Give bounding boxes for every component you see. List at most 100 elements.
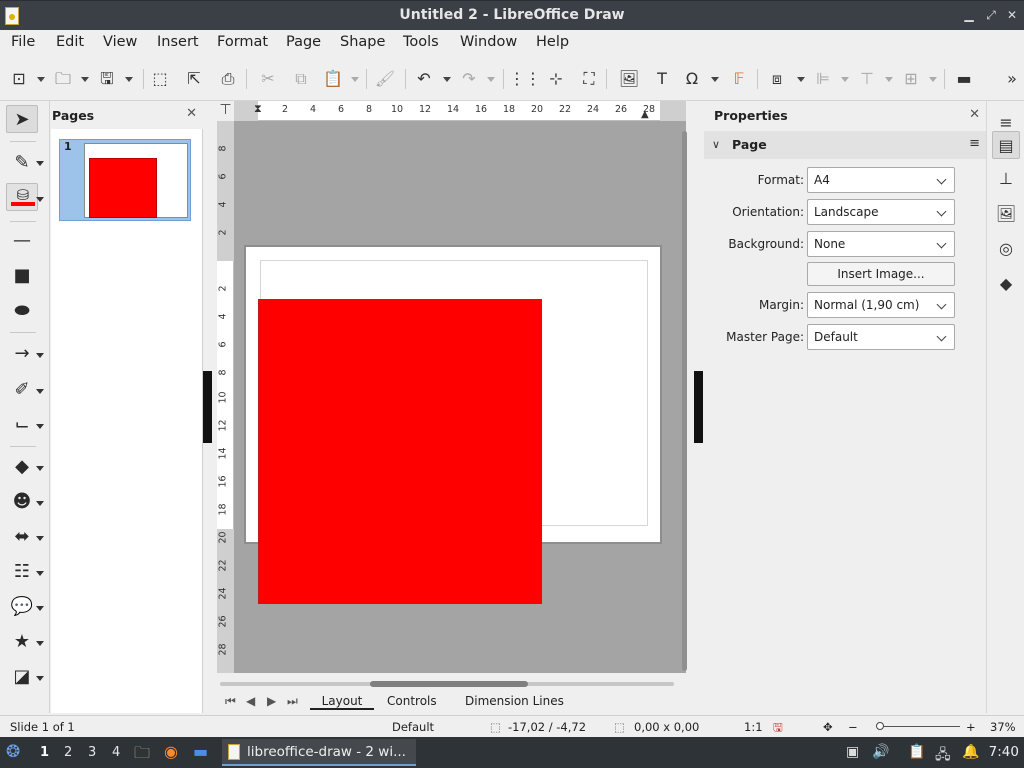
menu-format[interactable]: Format <box>216 34 269 50</box>
select-pointer-icon[interactable]: ➤ <box>6 105 38 133</box>
menu-page[interactable]: Page <box>285 34 322 50</box>
properties-deck-icon[interactable]: ▤ <box>992 131 1020 159</box>
fit-page-icon[interactable]: ✥ <box>823 720 833 734</box>
workspace-3[interactable]: 3 <box>88 745 96 760</box>
line-arrow-icon[interactable]: → <box>6 340 38 368</box>
grid-icon[interactable]: ⋮⋮ <box>509 67 541 91</box>
curve-dropdown-arrow[interactable] <box>36 389 44 394</box>
horizontal-ruler[interactable]: ⧗ ▲ 2 4 6 8 10 12 14 16 18 20 22 24 26 2… <box>234 101 686 121</box>
master-page-select[interactable]: Default <box>807 324 955 350</box>
fill-color-dropdown-arrow[interactable] <box>36 197 44 202</box>
new-dropdown-arrow[interactable] <box>37 77 45 82</box>
tab-layout[interactable]: Layout <box>310 694 374 710</box>
horizontal-scrollbar[interactable] <box>220 680 674 688</box>
horizontal-scrollbar-thumb[interactable] <box>370 681 528 687</box>
workspace-2[interactable]: 2 <box>64 745 72 760</box>
volume-icon[interactable]: 🔊 <box>872 744 889 760</box>
connector-icon[interactable]: ⌙ <box>6 411 38 439</box>
close-pages-panel-icon[interactable]: ✕ <box>186 106 197 121</box>
redo-dropdown-arrow[interactable] <box>487 77 495 82</box>
callouts-dropdown-arrow[interactable] <box>36 606 44 611</box>
undo-dropdown-arrow[interactable] <box>443 77 451 82</box>
format-select[interactable]: A4 <box>807 167 955 193</box>
last-tab-icon[interactable]: ⏭ <box>287 694 298 709</box>
insert-image-button[interactable]: Insert Image... <box>807 262 955 286</box>
zoom-percentage[interactable]: 37% <box>990 720 1016 734</box>
stars-icon[interactable]: ★ <box>6 628 38 656</box>
symbol-shapes-icon[interactable]: ☻ <box>6 488 38 516</box>
flowchart-dropdown-arrow[interactable] <box>36 571 44 576</box>
ruler-corner-icon[interactable]: ⊤ <box>217 101 234 121</box>
menu-insert[interactable]: Insert <box>156 34 200 50</box>
page-thumbnail[interactable] <box>84 143 188 218</box>
align-objects-icon[interactable]: ⊫ <box>810 67 836 91</box>
transformations-dropdown-arrow[interactable] <box>797 77 805 82</box>
collapse-pages-handle[interactable] <box>203 371 212 443</box>
symbol-shapes-dropdown-arrow[interactable] <box>36 501 44 506</box>
align-dropdown-arrow[interactable] <box>841 77 849 82</box>
clone-formatting-icon[interactable]: 🖌 <box>372 67 398 91</box>
3d-objects-dropdown-arrow[interactable] <box>36 676 44 681</box>
next-tab-icon[interactable]: ▶ <box>267 694 276 708</box>
start-menu-icon[interactable]: ❂ <box>6 742 20 762</box>
line-color-dropdown-arrow[interactable] <box>36 161 44 166</box>
panel-splitter[interactable] <box>203 101 214 713</box>
left-indent-marker-icon[interactable]: ⧗ <box>254 102 262 116</box>
tray-app-icon[interactable]: ▣ <box>846 744 859 760</box>
zoom-in-icon[interactable]: + <box>966 720 976 734</box>
undo-icon[interactable]: ↶ <box>411 67 437 91</box>
drawing-canvas[interactable] <box>234 121 686 673</box>
connector-dropdown-arrow[interactable] <box>36 424 44 429</box>
toolbar-overflow-icon[interactable]: » <box>1003 67 1021 91</box>
vertical-scrollbar-thumb[interactable] <box>682 131 687 671</box>
distribute-dropdown-arrow[interactable] <box>929 77 937 82</box>
menu-window[interactable]: Window <box>459 34 518 50</box>
insert-image-icon[interactable]: 🖼 <box>616 67 642 91</box>
flowchart-icon[interactable]: ☷ <box>6 558 38 586</box>
shadow-icon[interactable]: ▬ <box>951 67 977 91</box>
zoom-slider-knob[interactable] <box>876 722 884 730</box>
minimize-icon[interactable]: ▁ <box>960 6 978 24</box>
distribute-icon[interactable]: ⊞ <box>898 67 924 91</box>
task-libreoffice-draw[interactable]: libreoffice-draw - 2 wi... <box>222 739 416 766</box>
margin-select[interactable]: Normal (1,90 cm) <box>807 292 955 318</box>
zoom-out-icon[interactable]: − <box>848 720 858 734</box>
ellipse-tool-icon[interactable]: ⬬ <box>6 297 38 325</box>
basic-shapes-icon[interactable]: ◆ <box>6 453 38 481</box>
vertical-scrollbar[interactable] <box>680 121 688 673</box>
line-color-icon[interactable]: ✎ <box>6 149 38 177</box>
desktop-icon[interactable]: ▬ <box>193 742 208 761</box>
block-arrows-icon[interactable]: ⬌ <box>6 523 38 551</box>
collapse-sidebar-handle[interactable] <box>694 371 703 443</box>
page-section-header[interactable]: ∨ Page ≡ <box>704 131 986 159</box>
arrange-dropdown-arrow[interactable] <box>885 77 893 82</box>
network-icon[interactable]: 🖧 <box>935 744 951 768</box>
paste-dropdown-arrow[interactable] <box>351 77 359 82</box>
menu-view[interactable]: View <box>102 34 138 50</box>
cut-icon[interactable]: ✂ <box>255 67 281 91</box>
zoom-page-icon[interactable]: ⛶ <box>576 67 602 91</box>
styles-deck-icon[interactable]: ⊥ <box>992 165 1020 193</box>
rectangle-tool-icon[interactable]: ■ <box>6 262 38 290</box>
block-arrows-dropdown-arrow[interactable] <box>36 536 44 541</box>
stars-dropdown-arrow[interactable] <box>36 641 44 646</box>
master-layout-status[interactable]: Default <box>392 720 434 734</box>
close-window-icon[interactable]: ✕ <box>1003 6 1021 24</box>
line-tool-icon[interactable]: — <box>6 227 38 255</box>
notifications-icon[interactable]: 🔔 <box>962 744 979 760</box>
menu-tools[interactable]: Tools <box>402 34 440 50</box>
menu-file[interactable]: File <box>10 34 36 50</box>
background-select[interactable]: None <box>807 231 955 257</box>
collapse-chevron-icon[interactable]: ∨ <box>712 138 720 151</box>
export-pdf-icon[interactable]: ⇱ <box>181 67 207 91</box>
tab-dimension-lines[interactable]: Dimension Lines <box>465 694 564 708</box>
helplines-icon[interactable]: ⊹ <box>543 67 569 91</box>
orientation-select[interactable]: Landscape <box>807 199 955 225</box>
redo-icon[interactable]: ↷ <box>456 67 482 91</box>
open-dropdown-arrow[interactable] <box>81 77 89 82</box>
export-icon[interactable]: ⬚ <box>147 67 173 91</box>
firefox-icon[interactable]: ◉ <box>164 742 178 761</box>
menu-edit[interactable]: Edit <box>55 34 85 50</box>
first-tab-icon[interactable]: ⏮ <box>225 694 236 709</box>
zoom-slider[interactable] <box>878 726 960 727</box>
